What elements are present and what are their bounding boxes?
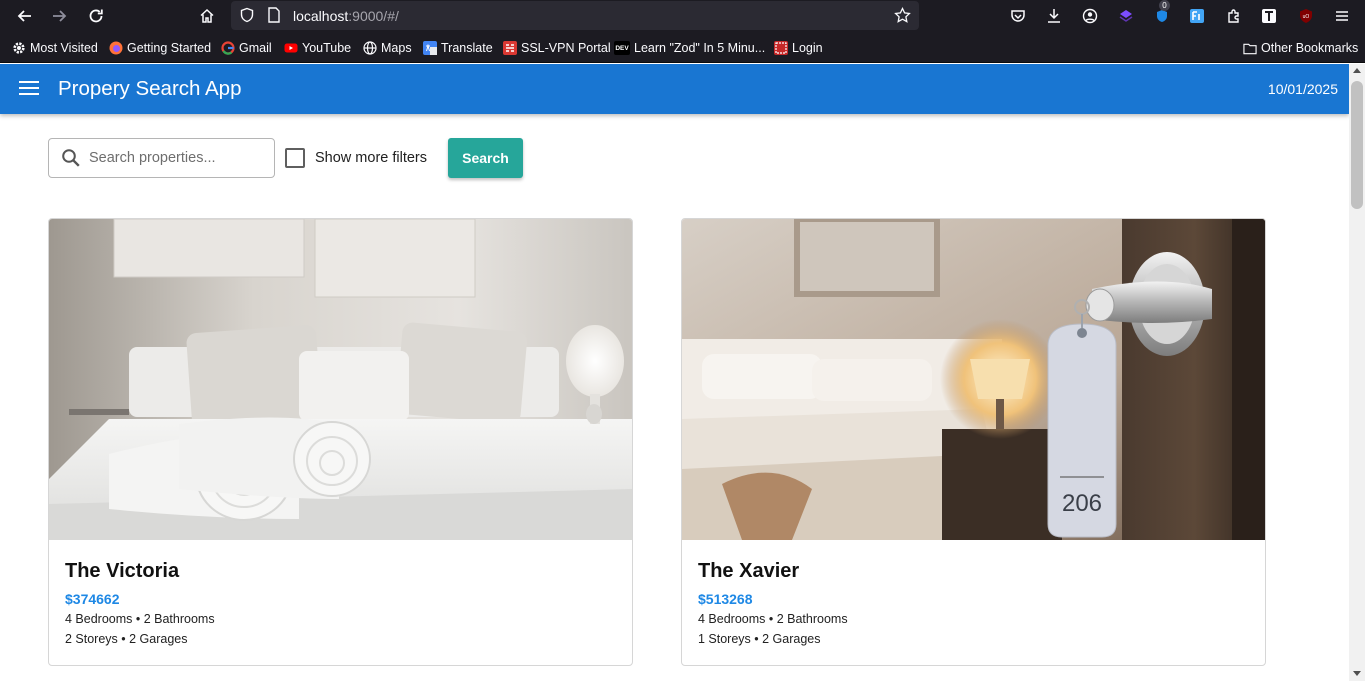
property-title[interactable]: The Xavier [698, 560, 799, 583]
translate-icon [423, 41, 437, 55]
bookmark-label: Learn "Zod" In 5 Minu... [634, 41, 766, 55]
downloads-icon[interactable] [1042, 4, 1066, 28]
other-bookmarks-label: Other Bookmarks [1261, 41, 1359, 55]
google-icon [221, 41, 235, 55]
other-bookmarks[interactable]: Other Bookmarks [1243, 40, 1358, 56]
address-bar[interactable]: localhost:9000/#/ [231, 1, 919, 30]
gear-icon [12, 41, 26, 55]
login-icon [774, 41, 788, 55]
bookmark-label: Most Visited [30, 41, 98, 55]
app-viewport: Propery Search App 10/01/2025 Show more … [0, 64, 1349, 681]
bookmark-maps[interactable]: Maps [363, 40, 412, 56]
dev-icon: DEV [614, 41, 630, 55]
extension-fi-icon[interactable] [1185, 4, 1209, 28]
svg-text:uO: uO [1303, 14, 1310, 20]
property-title[interactable]: The Victoria [65, 560, 179, 583]
property-rooms: 4 Bedrooms • 2 Bathrooms [65, 612, 215, 626]
extension-layers-icon[interactable] [1114, 4, 1138, 28]
bookmark-label: Login [792, 41, 823, 55]
extension-badge: 0 [1159, 0, 1170, 11]
room-number: 206 [1062, 490, 1102, 517]
browser-toolbar: localhost:9000/#/ 0 uO [0, 0, 1365, 32]
bookmark-gmail[interactable]: Gmail [221, 40, 272, 56]
bookmark-label: Gmail [239, 41, 272, 55]
property-photo[interactable]: 206 [682, 219, 1265, 540]
search-field[interactable] [48, 138, 275, 178]
url-host: localhost [293, 8, 349, 24]
folder-icon [1243, 41, 1257, 55]
app-menu-icon[interactable] [1330, 4, 1354, 28]
extensions-puzzle-icon[interactable] [1222, 4, 1246, 28]
bookmark-star-icon[interactable] [894, 6, 911, 29]
pocket-icon[interactable] [1006, 4, 1030, 28]
forward-icon[interactable] [48, 4, 72, 28]
bookmark-youtube[interactable]: YouTube [284, 40, 351, 56]
app-title: Propery Search App [58, 77, 242, 100]
app-header: Propery Search App 10/01/2025 [0, 64, 1349, 114]
show-more-filters-label[interactable]: Show more filters [315, 150, 427, 166]
bookmark-label: Translate [441, 41, 493, 55]
vpn-icon [503, 41, 517, 55]
bookmarks-bar: Most Visited Getting Started Gmail YouTu… [0, 32, 1365, 63]
room-key-tag: 206 [1047, 314, 1117, 538]
property-photo[interactable] [49, 219, 632, 540]
show-more-filters-checkbox[interactable] [285, 148, 305, 168]
youtube-icon [284, 41, 298, 55]
bookmark-login[interactable]: Login [774, 40, 823, 56]
property-price: $374662 [65, 591, 120, 607]
scroll-up-arrow-icon[interactable] [1353, 68, 1361, 73]
bookmark-getting-started[interactable]: Getting Started [109, 40, 211, 56]
property-price: $513268 [698, 591, 753, 607]
bookmark-translate[interactable]: Translate [423, 40, 493, 56]
url-text[interactable]: localhost:9000/#/ [293, 8, 399, 24]
bookmark-label: SSL-VPN Portal [521, 41, 611, 55]
scroll-thumb[interactable] [1351, 81, 1363, 209]
reload-icon[interactable] [84, 4, 108, 28]
property-levels: 1 Storeys • 2 Garages [698, 632, 821, 646]
search-icon [61, 148, 81, 173]
search-button[interactable]: Search [448, 138, 523, 178]
scroll-down-arrow-icon[interactable] [1353, 671, 1361, 676]
bookmark-ssl-vpn[interactable]: SSL-VPN Portal [503, 40, 611, 56]
page-scrollbar[interactable] [1349, 64, 1365, 681]
account-icon[interactable] [1078, 4, 1102, 28]
property-card[interactable]: 206 The Xavier $513268 4 Bedrooms • 2 Ba… [681, 218, 1266, 666]
back-icon[interactable] [12, 4, 36, 28]
page-icon[interactable] [267, 7, 281, 28]
search-input[interactable] [89, 147, 267, 169]
bookmark-learn-zod[interactable]: DEV Learn "Zod" In 5 Minu... [614, 40, 765, 56]
ublock-icon[interactable]: uO [1294, 4, 1318, 28]
url-path: :9000/#/ [348, 8, 399, 24]
property-card[interactable]: The Victoria $374662 4 Bedrooms • 2 Bath… [48, 218, 633, 666]
shield-icon[interactable] [239, 7, 255, 28]
bookmark-label: Maps [381, 41, 412, 55]
header-date: 10/01/2025 [1267, 81, 1338, 97]
extension-t-icon[interactable] [1257, 4, 1281, 28]
bookmark-label: YouTube [302, 41, 352, 55]
home-icon[interactable] [195, 4, 219, 28]
hamburger-menu-icon[interactable] [19, 81, 39, 97]
bookmark-most-visited[interactable]: Most Visited [12, 40, 98, 56]
extension-shield-icon[interactable]: 0 [1150, 0, 1174, 28]
property-levels: 2 Storeys • 2 Garages [65, 632, 188, 646]
bookmark-label: Getting Started [127, 41, 212, 55]
firefox-icon [109, 41, 123, 55]
property-rooms: 4 Bedrooms • 2 Bathrooms [698, 612, 848, 626]
globe-icon [363, 41, 377, 55]
